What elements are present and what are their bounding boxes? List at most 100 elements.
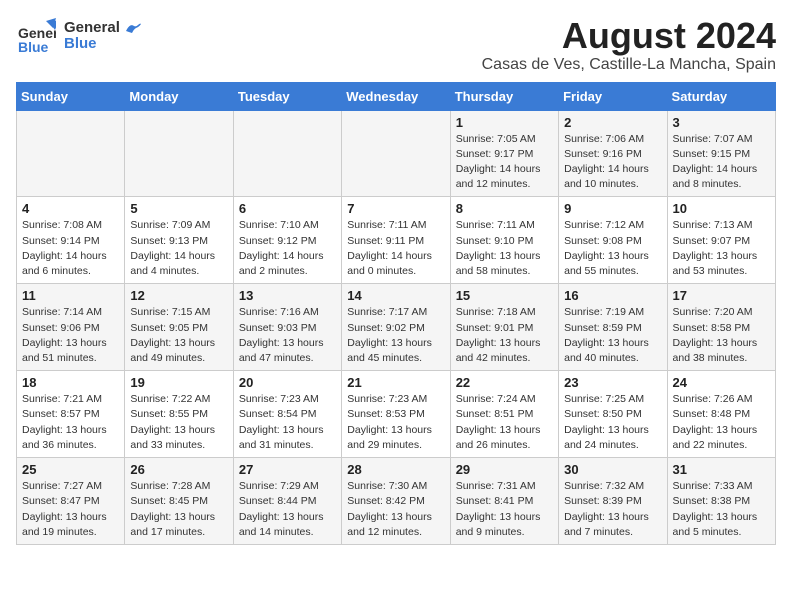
logo: General Blue General Blue bbox=[16, 16, 142, 56]
calendar-cell: 17Sunrise: 7:20 AMSunset: 8:58 PMDayligh… bbox=[667, 284, 775, 371]
svg-text:Blue: Blue bbox=[18, 39, 49, 55]
calendar-cell: 5 Sunrise: 7:09 AMSunset: 9:13 PMDaylight… bbox=[125, 197, 233, 284]
calendar-cell: 9 Sunrise: 7:12 AMSunset: 9:08 PMDaylight… bbox=[559, 197, 667, 284]
day-info: Sunrise: 7:27 AMSunset: 8:47 PMDaylight:… bbox=[22, 479, 119, 540]
calendar-cell bbox=[233, 110, 341, 197]
day-info: Sunrise: 7:22 AMSunset: 8:55 PMDaylight:… bbox=[130, 392, 227, 453]
header-thursday: Thursday bbox=[450, 82, 558, 110]
day-info: Sunrise: 7:32 AMSunset: 8:39 PMDaylight:… bbox=[564, 479, 661, 540]
day-info: Sunrise: 7:11 AMSunset: 9:10 PMDaylight:… bbox=[456, 218, 553, 279]
day-info: Sunrise: 7:14 AMSunset: 9:06 PMDaylight:… bbox=[22, 305, 119, 366]
day-number: 7 bbox=[347, 201, 444, 216]
calendar-cell: 30 Sunrise: 7:32 AMSunset: 8:39 PMDayligh… bbox=[559, 458, 667, 545]
logo-icon: General Blue bbox=[16, 16, 56, 56]
day-info: Sunrise: 7:06 AMSunset: 9:16 PMDaylight:… bbox=[564, 132, 661, 193]
day-number: 29 bbox=[456, 462, 553, 477]
day-info: Sunrise: 7:16 AMSunset: 9:03 PMDaylight:… bbox=[239, 305, 336, 366]
day-number: 20 bbox=[239, 375, 336, 390]
calendar-cell: 14Sunrise: 7:17 AMSunset: 9:02 PMDayligh… bbox=[342, 284, 450, 371]
day-number: 1 bbox=[456, 115, 553, 130]
calendar-cell: 8 Sunrise: 7:11 AMSunset: 9:10 PMDaylight… bbox=[450, 197, 558, 284]
day-info: Sunrise: 7:19 AMSunset: 8:59 PMDaylight:… bbox=[564, 305, 661, 366]
day-info: Sunrise: 7:12 AMSunset: 9:08 PMDaylight:… bbox=[564, 218, 661, 279]
logo-text-blue: Blue bbox=[64, 36, 142, 53]
calendar-cell: 10Sunrise: 7:13 AMSunset: 9:07 PMDayligh… bbox=[667, 197, 775, 284]
calendar-cell: 26 Sunrise: 7:28 AMSunset: 8:45 PMDayligh… bbox=[125, 458, 233, 545]
calendar-week-5: 25 Sunrise: 7:27 AMSunset: 8:47 PMDayligh… bbox=[17, 458, 776, 545]
page-header: General Blue General Blue August 2024 Ca… bbox=[16, 16, 776, 74]
header-sunday: Sunday bbox=[17, 82, 125, 110]
day-number: 3 bbox=[673, 115, 770, 130]
calendar-cell: 4Sunrise: 7:08 AMSunset: 9:14 PMDaylight… bbox=[17, 197, 125, 284]
calendar-cell: 16 Sunrise: 7:19 AMSunset: 8:59 PMDayligh… bbox=[559, 284, 667, 371]
day-number: 11 bbox=[22, 288, 119, 303]
calendar-cell: 11 Sunrise: 7:14 AMSunset: 9:06 PMDayligh… bbox=[17, 284, 125, 371]
header-wednesday: Wednesday bbox=[342, 82, 450, 110]
day-number: 9 bbox=[564, 201, 661, 216]
calendar-week-3: 11 Sunrise: 7:14 AMSunset: 9:06 PMDayligh… bbox=[17, 284, 776, 371]
day-number: 8 bbox=[456, 201, 553, 216]
calendar-cell bbox=[17, 110, 125, 197]
day-number: 6 bbox=[239, 201, 336, 216]
calendar-cell: 20 Sunrise: 7:23 AMSunset: 8:54 PMDayligh… bbox=[233, 371, 341, 458]
page-title: August 2024 bbox=[482, 16, 776, 56]
day-number: 27 bbox=[239, 462, 336, 477]
calendar-cell: 15 Sunrise: 7:18 AMSunset: 9:01 PMDayligh… bbox=[450, 284, 558, 371]
day-number: 17 bbox=[673, 288, 770, 303]
day-info: Sunrise: 7:21 AMSunset: 8:57 PMDaylight:… bbox=[22, 392, 119, 453]
day-number: 28 bbox=[347, 462, 444, 477]
day-number: 4 bbox=[22, 201, 119, 216]
day-info: Sunrise: 7:29 AMSunset: 8:44 PMDaylight:… bbox=[239, 479, 336, 540]
day-info: Sunrise: 7:10 AMSunset: 9:12 PMDaylight:… bbox=[239, 218, 336, 279]
day-info: Sunrise: 7:07 AMSunset: 9:15 PMDaylight:… bbox=[673, 132, 770, 193]
header-tuesday: Tuesday bbox=[233, 82, 341, 110]
day-number: 24 bbox=[673, 375, 770, 390]
day-info: Sunrise: 7:11 AMSunset: 9:11 PMDaylight:… bbox=[347, 218, 444, 279]
day-info: Sunrise: 7:18 AMSunset: 9:01 PMDaylight:… bbox=[456, 305, 553, 366]
day-number: 16 bbox=[564, 288, 661, 303]
calendar-cell: 2 Sunrise: 7:06 AMSunset: 9:16 PMDaylight… bbox=[559, 110, 667, 197]
calendar-cell: 3 Sunrise: 7:07 AMSunset: 9:15 PMDaylight… bbox=[667, 110, 775, 197]
calendar-cell: 25 Sunrise: 7:27 AMSunset: 8:47 PMDayligh… bbox=[17, 458, 125, 545]
day-number: 26 bbox=[130, 462, 227, 477]
day-info: Sunrise: 7:13 AMSunset: 9:07 PMDaylight:… bbox=[673, 218, 770, 279]
calendar-cell: 13 Sunrise: 7:16 AMSunset: 9:03 PMDayligh… bbox=[233, 284, 341, 371]
header-row: SundayMondayTuesdayWednesdayThursdayFrid… bbox=[17, 82, 776, 110]
logo-text-general: General bbox=[64, 20, 142, 37]
calendar-cell: 31Sunrise: 7:33 AMSunset: 8:38 PMDayligh… bbox=[667, 458, 775, 545]
calendar-cell: 29Sunrise: 7:31 AMSunset: 8:41 PMDayligh… bbox=[450, 458, 558, 545]
day-info: Sunrise: 7:23 AMSunset: 8:53 PMDaylight:… bbox=[347, 392, 444, 453]
day-info: Sunrise: 7:28 AMSunset: 8:45 PMDaylight:… bbox=[130, 479, 227, 540]
calendar-cell: 27 Sunrise: 7:29 AMSunset: 8:44 PMDayligh… bbox=[233, 458, 341, 545]
calendar-table: SundayMondayTuesdayWednesdayThursdayFrid… bbox=[16, 82, 776, 545]
day-number: 18 bbox=[22, 375, 119, 390]
day-number: 22 bbox=[456, 375, 553, 390]
day-info: Sunrise: 7:09 AMSunset: 9:13 PMDaylight:… bbox=[130, 218, 227, 279]
day-number: 25 bbox=[22, 462, 119, 477]
day-number: 15 bbox=[456, 288, 553, 303]
day-number: 21 bbox=[347, 375, 444, 390]
calendar-cell: 6 Sunrise: 7:10 AMSunset: 9:12 PMDaylight… bbox=[233, 197, 341, 284]
day-number: 30 bbox=[564, 462, 661, 477]
day-number: 23 bbox=[564, 375, 661, 390]
header-monday: Monday bbox=[125, 82, 233, 110]
title-block: August 2024 Casas de Ves, Castille-La Ma… bbox=[482, 16, 776, 74]
day-info: Sunrise: 7:23 AMSunset: 8:54 PMDaylight:… bbox=[239, 392, 336, 453]
day-number: 19 bbox=[130, 375, 227, 390]
calendar-week-4: 18 Sunrise: 7:21 AMSunset: 8:57 PMDayligh… bbox=[17, 371, 776, 458]
day-number: 13 bbox=[239, 288, 336, 303]
calendar-cell: 19 Sunrise: 7:22 AMSunset: 8:55 PMDayligh… bbox=[125, 371, 233, 458]
day-number: 5 bbox=[130, 201, 227, 216]
day-info: Sunrise: 7:30 AMSunset: 8:42 PMDaylight:… bbox=[347, 479, 444, 540]
calendar-body: 1Sunrise: 7:05 AMSunset: 9:17 PMDaylight… bbox=[17, 110, 776, 544]
day-number: 31 bbox=[673, 462, 770, 477]
calendar-cell: 7 Sunrise: 7:11 AMSunset: 9:11 PMDaylight… bbox=[342, 197, 450, 284]
day-info: Sunrise: 7:24 AMSunset: 8:51 PMDaylight:… bbox=[456, 392, 553, 453]
calendar-week-1: 1Sunrise: 7:05 AMSunset: 9:17 PMDaylight… bbox=[17, 110, 776, 197]
calendar-week-2: 4Sunrise: 7:08 AMSunset: 9:14 PMDaylight… bbox=[17, 197, 776, 284]
calendar-cell: 1Sunrise: 7:05 AMSunset: 9:17 PMDaylight… bbox=[450, 110, 558, 197]
calendar-header: SundayMondayTuesdayWednesdayThursdayFrid… bbox=[17, 82, 776, 110]
day-number: 2 bbox=[564, 115, 661, 130]
calendar-cell: 24Sunrise: 7:26 AMSunset: 8:48 PMDayligh… bbox=[667, 371, 775, 458]
day-info: Sunrise: 7:17 AMSunset: 9:02 PMDaylight:… bbox=[347, 305, 444, 366]
